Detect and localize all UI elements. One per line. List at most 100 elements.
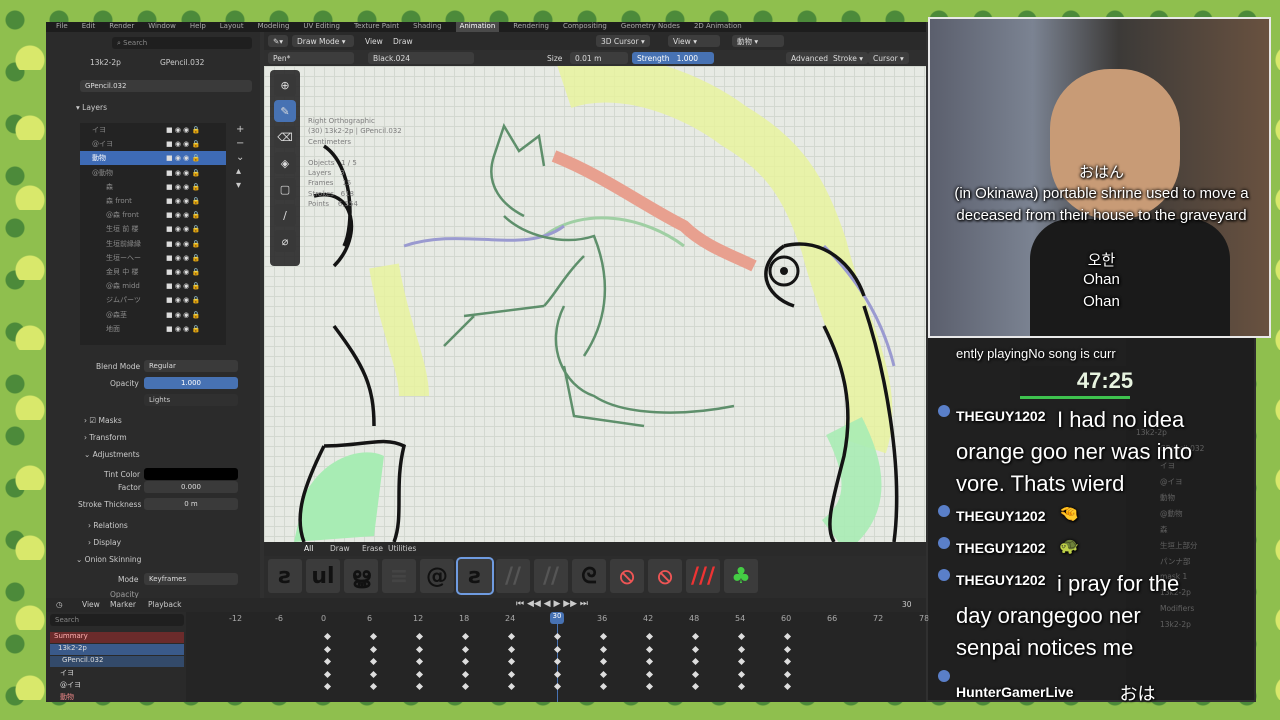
menu-item[interactable]: Texture Paint xyxy=(354,22,399,32)
brush-tab[interactable]: Erase xyxy=(362,544,383,553)
brush-tab[interactable]: Draw xyxy=(330,544,350,553)
timeline-view-menu[interactable]: View xyxy=(82,600,100,609)
layer-row[interactable]: 地面 ■ ◉ ◉ 🔒 xyxy=(80,322,226,336)
keyframe[interactable] xyxy=(369,682,377,691)
cursor-menu[interactable]: Cursor ▾ xyxy=(868,52,909,64)
layer-toggle-icons[interactable]: ■ ◉ ◉ 🔒 xyxy=(166,169,200,177)
layer-toggle-icons[interactable]: ■ ◉ ◉ 🔒 xyxy=(166,311,200,319)
brush-preset[interactable]: ul xyxy=(306,559,340,593)
drawing-viewport[interactable]: Right Orthographic (30) 13k2-2p | GPenci… xyxy=(264,66,926,542)
keyframe[interactable] xyxy=(737,682,745,691)
add-layer-button[interactable]: + xyxy=(236,123,244,137)
menu-item[interactable]: Geometry Nodes xyxy=(621,22,680,32)
layer-row[interactable]: @イヨ ■ ◉ ◉ 🔒 xyxy=(80,137,226,151)
keyframe[interactable] xyxy=(507,632,515,641)
onion-skinning-panel[interactable]: ⌄ Onion Skinning xyxy=(76,555,141,564)
layer-row[interactable]: @森 front ■ ◉ ◉ 🔒 xyxy=(80,208,226,222)
keyframe[interactable] xyxy=(645,657,653,666)
editor-type-button[interactable]: ✎▾ xyxy=(268,35,289,47)
relations-panel[interactable]: › Relations xyxy=(88,521,128,530)
keyframe[interactable] xyxy=(461,657,469,666)
eyedropper-tool-icon[interactable]: ⌀ xyxy=(274,230,296,252)
layer-row[interactable]: 動物 ■ ◉ ◉ 🔒 xyxy=(80,151,226,166)
keyframe[interactable] xyxy=(369,645,377,653)
timeline-editor-icon[interactable]: ◷ xyxy=(56,600,63,609)
box-tool-icon[interactable]: ▢ xyxy=(274,178,296,200)
keyframe[interactable] xyxy=(553,632,561,641)
keyframe[interactable] xyxy=(599,657,607,666)
layer-row[interactable]: ジムパーツ ■ ◉ ◉ 🔒 xyxy=(80,293,226,307)
keyframe[interactable] xyxy=(415,632,423,641)
blend-mode-select[interactable]: Regular xyxy=(144,360,238,372)
layer-row[interactable]: 金貝 中 楼 ■ ◉ ◉ 🔒 xyxy=(80,265,226,279)
layer-row[interactable]: @森 midd ■ ◉ ◉ 🔒 xyxy=(80,279,226,293)
draw-tool-icon[interactable]: ✎ xyxy=(274,100,296,122)
brush-preset[interactable]: ƨ xyxy=(268,559,302,593)
size-field[interactable]: 0.01 m xyxy=(570,52,628,64)
brush-preset[interactable]: ≡ xyxy=(382,559,416,593)
layer-toggle-icons[interactable]: ■ ◉ ◉ 🔒 xyxy=(166,211,200,219)
channel-row[interactable]: 13k2-2p xyxy=(50,644,184,655)
channel-row[interactable]: 動物 xyxy=(50,692,184,702)
lights-checkbox[interactable]: Lights xyxy=(144,394,238,406)
keyframe[interactable] xyxy=(507,645,515,653)
brush-preset[interactable]: // xyxy=(534,559,568,593)
menu-item[interactable]: Compositing xyxy=(563,22,607,32)
strength-slider[interactable]: Strength 1.000 xyxy=(632,52,714,64)
keyframe[interactable] xyxy=(461,632,469,641)
fill-tool-icon[interactable]: ◈ xyxy=(274,152,296,174)
keyframe[interactable] xyxy=(553,682,561,691)
factor-slider[interactable]: 0.000 xyxy=(144,481,238,493)
menu-item[interactable]: Help xyxy=(190,22,206,32)
keyframe[interactable] xyxy=(323,682,331,691)
layer-toggle-icons[interactable]: ■ ◉ ◉ 🔒 xyxy=(166,254,200,262)
keyframe[interactable] xyxy=(461,682,469,691)
keyframe[interactable] xyxy=(691,632,699,641)
opacity-slider[interactable]: 1.000 xyxy=(144,377,238,389)
channel-row[interactable]: Summary xyxy=(50,632,184,643)
menu-item[interactable]: Edit xyxy=(82,22,96,32)
keyframe[interactable] xyxy=(737,632,745,641)
layer-toggle-icons[interactable]: ■ ◉ ◉ 🔒 xyxy=(166,296,200,304)
cursor-tool-icon[interactable]: ⊕ xyxy=(274,74,296,96)
layer-toggle-icons[interactable]: ■ ◉ ◉ 🔒 xyxy=(166,268,200,276)
stroke-menu[interactable]: Stroke ▾ xyxy=(828,52,869,64)
layer-toggle-icons[interactable]: ■ ◉ ◉ 🔒 xyxy=(166,282,200,290)
layer-toggle-icons[interactable]: ■ ◉ ◉ 🔒 xyxy=(166,140,200,148)
brush-tab[interactable]: All xyxy=(304,544,313,553)
brush-preset[interactable]: /// xyxy=(686,559,720,593)
brush-preset[interactable]: @ xyxy=(420,559,454,593)
brush-preset[interactable]: ⦸ xyxy=(610,559,644,593)
adjustments-panel[interactable]: ⌄ Adjustments xyxy=(84,450,140,459)
keyframe[interactable] xyxy=(599,645,607,653)
layer-row[interactable]: 生垣ーへー ■ ◉ ◉ 🔒 xyxy=(80,251,226,265)
keyframe[interactable] xyxy=(599,682,607,691)
layer-toggle-icons[interactable]: ■ ◉ ◉ 🔒 xyxy=(166,154,200,162)
remove-layer-button[interactable]: − xyxy=(236,137,244,151)
keyframe[interactable] xyxy=(737,657,745,666)
keyframe[interactable] xyxy=(507,657,515,666)
menu-item[interactable]: Animation xyxy=(455,22,500,32)
menu-item[interactable]: Modeling xyxy=(258,22,290,32)
cursor-select[interactable]: 3D Cursor ▾ xyxy=(596,35,650,47)
gpencil-datablock-field[interactable]: GPencil.032 xyxy=(80,80,252,92)
keyframe[interactable] xyxy=(323,632,331,641)
layer-toggle-icons[interactable]: ■ ◉ ◉ 🔒 xyxy=(166,240,200,248)
display-panel[interactable]: › Display xyxy=(88,538,121,547)
brush-preset[interactable]: // xyxy=(496,559,530,593)
tint-color-swatch[interactable] xyxy=(144,468,238,480)
move-layer-down-button[interactable]: ▾ xyxy=(236,179,244,193)
brush-preset[interactable]: ᘓ xyxy=(572,559,606,593)
channel-search-input[interactable]: Search xyxy=(50,614,184,626)
keyframe[interactable] xyxy=(553,670,561,678)
brush-preset[interactable]: ♣ xyxy=(724,559,758,593)
properties-search-input[interactable]: ⌕ Search xyxy=(112,37,252,49)
menu-item[interactable]: Window xyxy=(148,22,176,32)
layer-row[interactable]: @動物 ■ ◉ ◉ 🔒 xyxy=(80,166,226,180)
keyframe[interactable] xyxy=(645,645,653,653)
view-select[interactable]: View ▾ xyxy=(668,35,720,47)
layer-row[interactable]: 生垣前縁縁 ■ ◉ ◉ 🔒 xyxy=(80,237,226,251)
layer-specials-button[interactable]: ⌄ xyxy=(236,151,244,165)
move-layer-up-button[interactable]: ▴ xyxy=(236,165,244,179)
keyframe[interactable] xyxy=(783,682,791,691)
